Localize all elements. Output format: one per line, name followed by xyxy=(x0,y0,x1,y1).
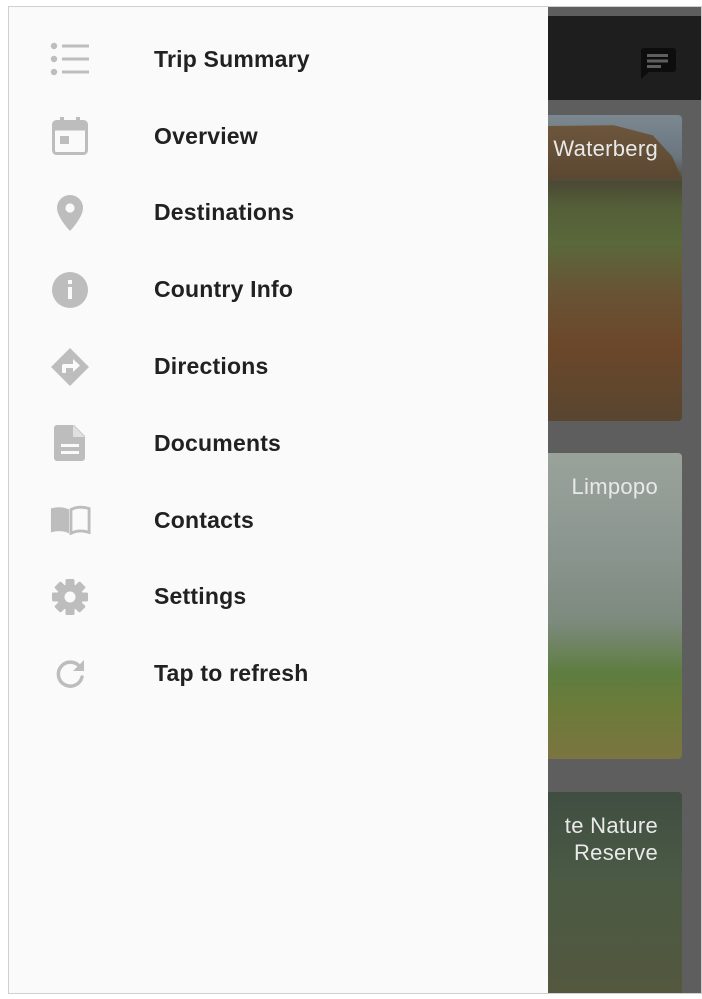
drawer-menu: Trip Summary Overview Destinations Count… xyxy=(9,21,548,712)
gear-icon xyxy=(49,576,91,618)
book-icon xyxy=(49,499,91,541)
drawer-item-trip-summary[interactable]: Trip Summary xyxy=(9,21,548,98)
drawer-item-refresh[interactable]: Tap to refresh xyxy=(9,635,548,712)
drawer-item-label: Destinations xyxy=(154,199,295,226)
drawer-item-overview[interactable]: Overview xyxy=(9,98,548,175)
chat-icon xyxy=(641,48,676,79)
location-pin-icon xyxy=(49,192,91,234)
drawer-item-label: Contacts xyxy=(154,506,255,533)
info-icon xyxy=(49,269,91,311)
chat-button[interactable] xyxy=(637,46,677,80)
drawer-item-settings[interactable]: Settings xyxy=(9,559,548,636)
drawer-item-label: Tap to refresh xyxy=(154,660,309,687)
drawer-item-label: Trip Summary xyxy=(154,45,310,72)
document-icon xyxy=(49,422,91,464)
drawer-item-directions[interactable]: Directions xyxy=(9,328,548,405)
drawer-item-documents[interactable]: Documents xyxy=(9,405,548,482)
drawer-item-country-info[interactable]: Country Info xyxy=(9,251,548,328)
drawer-item-label: Overview xyxy=(154,122,258,149)
screen: Waterberg Limpopo te Nature Reserve Trip… xyxy=(8,6,702,994)
drawer-item-label: Documents xyxy=(154,429,282,456)
directions-icon xyxy=(49,346,91,388)
card-title: Limpopo xyxy=(571,474,658,499)
navigation-drawer: Trip Summary Overview Destinations Count… xyxy=(9,7,548,993)
card-title: te Nature Reserve xyxy=(564,813,658,865)
drawer-item-contacts[interactable]: Contacts xyxy=(9,482,548,559)
list-icon xyxy=(49,38,91,80)
refresh-icon xyxy=(49,653,91,695)
drawer-item-destinations[interactable]: Destinations xyxy=(9,175,548,252)
drawer-item-label: Directions xyxy=(154,353,269,380)
card-title: Waterberg xyxy=(553,136,658,161)
drawer-item-label: Settings xyxy=(154,583,247,610)
drawer-item-label: Country Info xyxy=(154,276,294,303)
calendar-icon xyxy=(49,115,91,157)
